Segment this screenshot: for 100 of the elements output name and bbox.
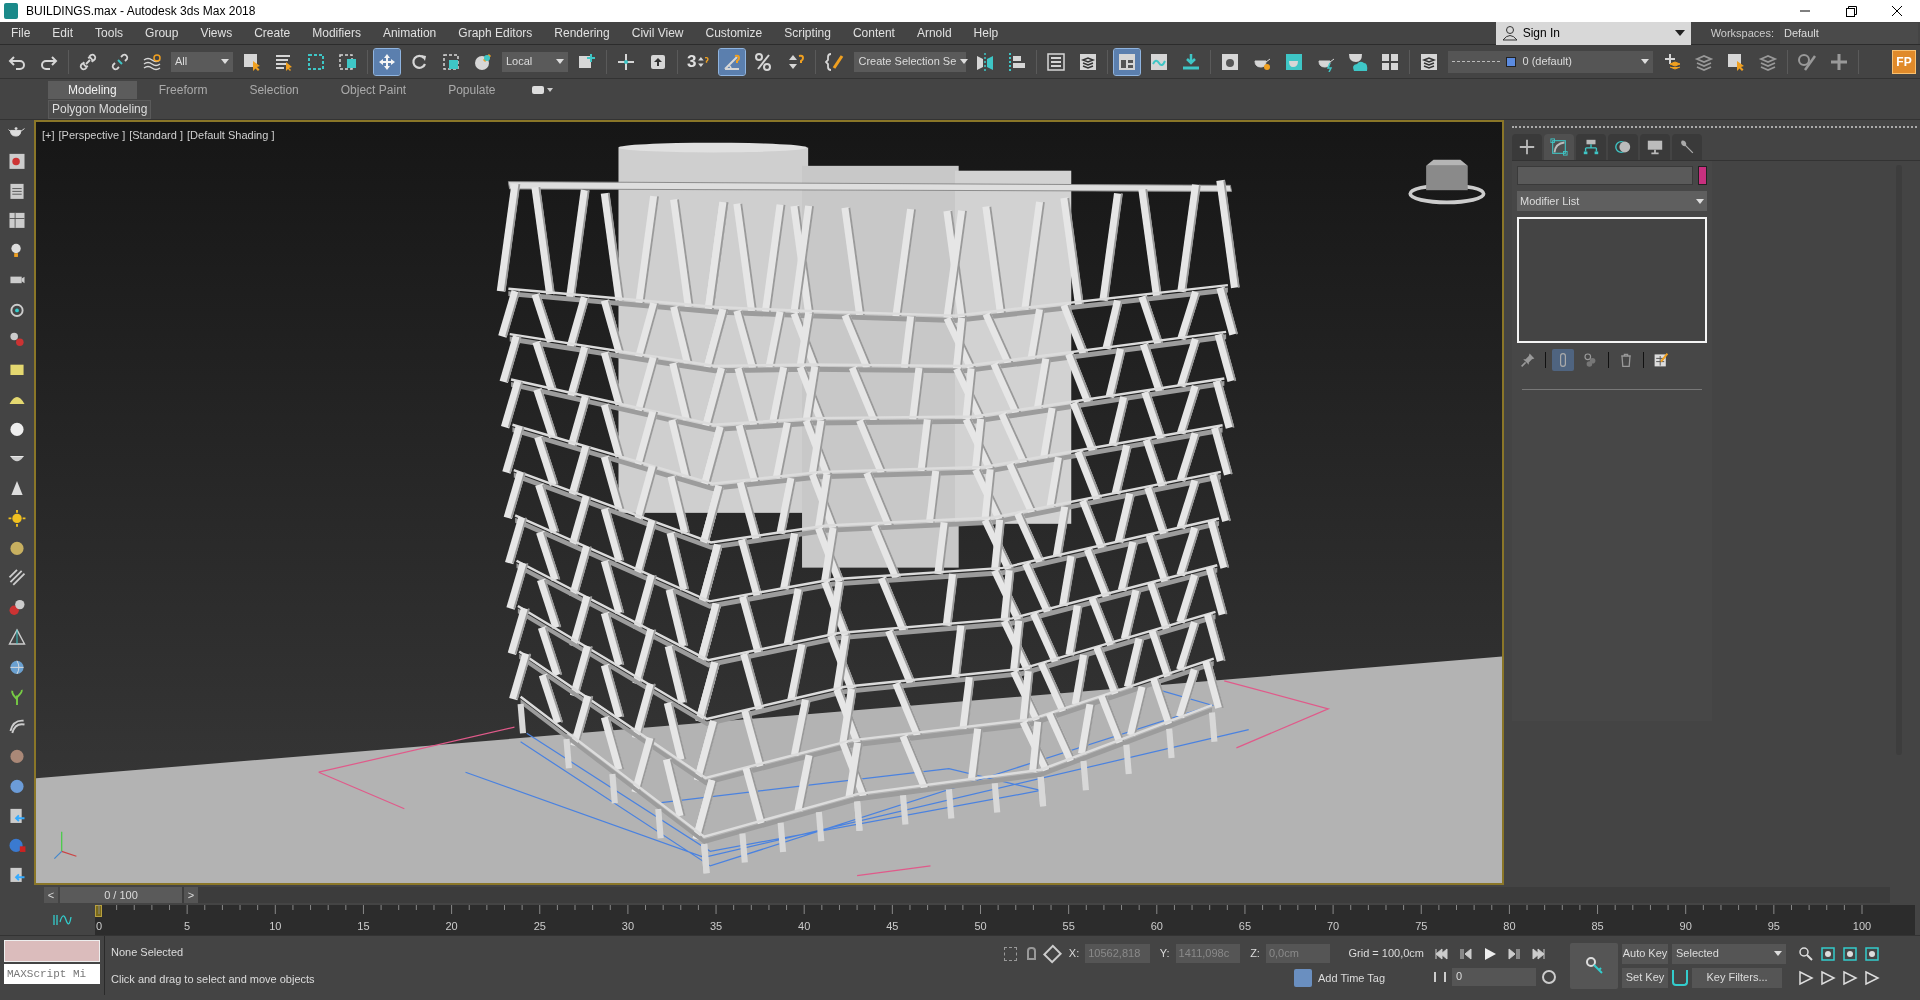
menu-item[interactable]: Animation <box>371 24 448 42</box>
isolate-icon[interactable] <box>1004 946 1017 961</box>
snap-button[interactable]: 3 <box>684 48 714 75</box>
coordinate-label: X: <box>1068 946 1080 962</box>
zoom-icon[interactable] <box>1798 945 1814 962</box>
go-to-start-icon[interactable] <box>1434 945 1450 962</box>
absolute-mode-icon[interactable] <box>1042 944 1062 963</box>
current-frame-field[interactable]: 0 <box>1452 967 1536 986</box>
ball-icon[interactable] <box>7 747 27 766</box>
command-panel-tab[interactable] <box>1672 134 1702 160</box>
modifier-list-dropdown[interactable]: Modifier List <box>1517 191 1707 211</box>
command-panel-tab[interactable] <box>1608 134 1638 160</box>
zoom-extents-all-icon[interactable] <box>1864 945 1880 962</box>
layer-name: 0 (default) <box>1522 54 1572 70</box>
menu-item[interactable]: Views <box>189 24 244 42</box>
import-icon[interactable] <box>7 806 27 826</box>
window-list-icon[interactable] <box>7 181 27 201</box>
menu-item[interactable]: File <box>0 24 42 42</box>
frame-number: 50 <box>974 919 987 934</box>
angle-snap-button[interactable] <box>719 48 746 75</box>
menu-item[interactable]: Graph Editors <box>447 24 544 42</box>
sign-in-dropdown[interactable]: Sign In <box>1495 21 1691 45</box>
menu-item[interactable]: Create <box>243 24 302 42</box>
previous-key-icon[interactable] <box>1458 945 1474 962</box>
set-key-button[interactable]: Set Key <box>1622 967 1668 988</box>
menu-item[interactable]: Scripting <box>773 24 842 42</box>
move-button[interactable] <box>374 48 400 75</box>
curve-icon[interactable] <box>52 913 72 927</box>
curve-window-icon <box>1149 51 1170 72</box>
stack-button[interactable] <box>1552 349 1574 371</box>
color-swatch[interactable] <box>1698 166 1707 185</box>
window-grid-icon[interactable] <box>7 211 27 231</box>
viewport-label[interactable]: [Perspective ] <box>58 127 126 144</box>
ribbon-tab[interactable]: Freeform <box>138 81 228 99</box>
layer-dropdown[interactable]: 0 (default) <box>1448 50 1654 73</box>
ribbon-tab[interactable]: Selection <box>229 81 319 99</box>
diagonal-lines-icon[interactable] <box>7 568 27 588</box>
menu-item[interactable]: Edit <box>41 24 85 42</box>
go-to-end-icon[interactable] <box>1530 945 1546 962</box>
sun-icon[interactable] <box>7 508 27 528</box>
set-key-big-button[interactable] <box>1570 942 1618 989</box>
frame-number: 55 <box>1062 919 1075 934</box>
menu-item[interactable]: Civil View <box>620 24 695 42</box>
menu-item[interactable]: Customize <box>694 24 774 42</box>
play-icon[interactable] <box>1482 945 1498 962</box>
time-slider-track[interactable]: 0 / 100 > <box>60 887 1890 903</box>
dropdown[interactable]: Local <box>502 51 568 72</box>
key-mode-dropdown[interactable]: Selected <box>1672 943 1786 964</box>
time-slider-thumb[interactable]: 0 / 100 <box>60 887 182 903</box>
dropdown[interactable]: Create Selection Se <box>854 51 967 72</box>
menu-item[interactable]: Modifiers <box>301 24 372 42</box>
menu-item[interactable]: Arnold <box>905 24 963 42</box>
maxscript-field[interactable]: MAXScript Mi <box>4 964 100 984</box>
zoom-extents-icon[interactable] <box>1842 945 1858 962</box>
add-layer-icon <box>1662 51 1683 72</box>
pill-icon[interactable] <box>7 598 27 617</box>
menu-item[interactable]: Content <box>841 24 906 42</box>
pyramid-icon[interactable] <box>7 628 27 647</box>
menu-item[interactable]: Tools <box>84 24 135 42</box>
modifier-stack-list[interactable] <box>1517 217 1707 343</box>
ribbon-tab[interactable]: Object Paint <box>320 81 427 99</box>
ribbon-panel-tab[interactable]: Polygon Modeling <box>48 99 152 119</box>
menu-item[interactable]: Rendering <box>543 24 621 42</box>
curve-frame-icon <box>1550 138 1568 156</box>
viewport-label[interactable]: [Default Shading ] <box>187 127 275 144</box>
command-panel-tab[interactable] <box>1512 134 1542 160</box>
frame-number: 5 <box>184 919 191 934</box>
time-marker[interactable] <box>95 905 102 917</box>
key-filters-button[interactable]: Key Filters... <box>1692 967 1782 988</box>
next-key-icon[interactable] <box>1506 945 1522 962</box>
command-panel-tab[interactable] <box>1544 134 1574 160</box>
lock-icon[interactable] <box>1026 947 1036 960</box>
zoom-all-icon[interactable] <box>1820 945 1836 962</box>
command-panel-tab[interactable] <box>1576 134 1606 160</box>
command-panel-tab[interactable] <box>1640 134 1670 160</box>
next-frame-button[interactable]: > <box>184 887 198 903</box>
restore-icon <box>1845 5 1857 17</box>
sign-in-label: Sign In <box>1522 25 1560 42</box>
import-icon[interactable] <box>7 866 27 885</box>
time-config-icon[interactable] <box>1542 969 1556 984</box>
ribbon-tab[interactable]: Populate <box>428 81 516 99</box>
viewport-label[interactable]: [Standard ] <box>129 127 183 144</box>
viewport-label[interactable]: [+] <box>42 127 55 144</box>
menu-item[interactable]: Help <box>962 24 1010 42</box>
add-time-tag-button[interactable]: Add Time Tag <box>1318 969 1386 987</box>
key-tangent-icon[interactable] <box>1672 969 1688 986</box>
frame-number: 60 <box>1150 919 1163 934</box>
ribbon-button[interactable] <box>1114 48 1141 75</box>
previous-frame-button[interactable]: < <box>44 887 58 903</box>
snap-hook-icon <box>696 54 711 69</box>
ribbon-tab[interactable]: Modeling <box>48 81 137 99</box>
view-cube-icon[interactable] <box>1408 159 1486 205</box>
window-crossing-icon <box>338 51 358 72</box>
menu-item[interactable]: Group <box>134 24 190 42</box>
name-field[interactable] <box>1517 166 1693 185</box>
dropdown[interactable]: All <box>171 51 233 72</box>
auto-key-button[interactable]: Auto Key <box>1622 943 1668 964</box>
viewport[interactable]: [+] [Perspective ] [Standard ] [Default Shading ] <box>34 120 1504 885</box>
timeline-ruler[interactable]: 0 5 10 15 20 25 30 35 40 45 50 55 60 65 70 75 80 85 90 95 100 <box>95 905 1915 935</box>
workspaces-dropdown[interactable]: Default <box>1780 22 1918 44</box>
